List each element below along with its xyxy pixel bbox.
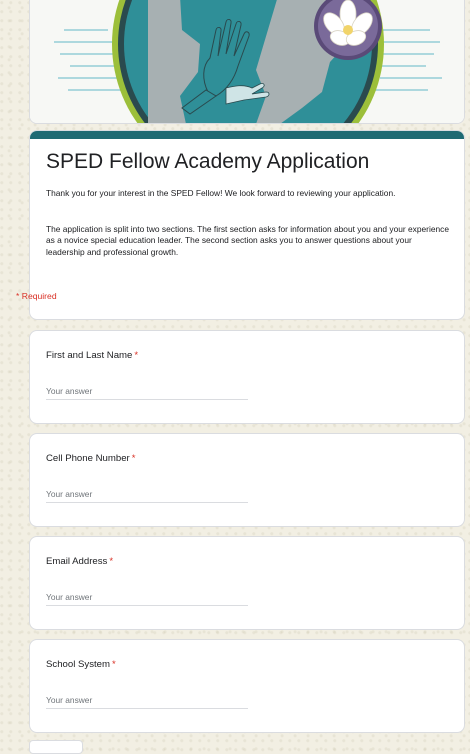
school-system-input[interactable] — [46, 692, 248, 709]
question-card-email: Email Address * — [29, 536, 465, 630]
required-note: * Required — [16, 291, 57, 301]
hands-and-magnolia-emblem-icon — [30, 0, 464, 123]
question-label: Email Address * — [46, 556, 113, 567]
question-label: Cell Phone Number * — [46, 453, 135, 464]
question-label-text: First and Last Name — [46, 350, 133, 361]
question-card-name: First and Last Name * — [29, 330, 465, 424]
email-input[interactable] — [46, 589, 248, 606]
form-header-card: SPED Fellow Academy Application Thank yo… — [29, 130, 465, 320]
form-description-intro: Thank you for your interest in the SPED … — [46, 188, 396, 198]
question-card-phone: Cell Phone Number * — [29, 433, 465, 527]
question-label: School System * — [46, 659, 116, 670]
required-asterisk: * — [134, 350, 139, 361]
required-asterisk: * — [109, 556, 114, 567]
phone-input[interactable] — [46, 486, 248, 503]
name-input[interactable] — [46, 383, 248, 400]
form-banner — [29, 0, 465, 124]
required-asterisk: * — [112, 659, 116, 670]
form-description: Thank you for your interest in the SPED … — [46, 188, 450, 258]
header-accent-bar — [30, 131, 464, 139]
question-label-text: Cell Phone Number — [46, 453, 130, 464]
required-asterisk: * — [131, 453, 136, 464]
question-label-text: School System — [46, 659, 110, 670]
next-button[interactable] — [29, 740, 83, 754]
form-description-sections: The application is split into two sectio… — [46, 223, 449, 257]
question-label-text: Email Address — [46, 556, 108, 567]
question-label: First and Last Name * — [46, 350, 138, 361]
form-title: SPED Fellow Academy Application — [46, 150, 370, 173]
question-card-school: School System * — [29, 639, 465, 733]
